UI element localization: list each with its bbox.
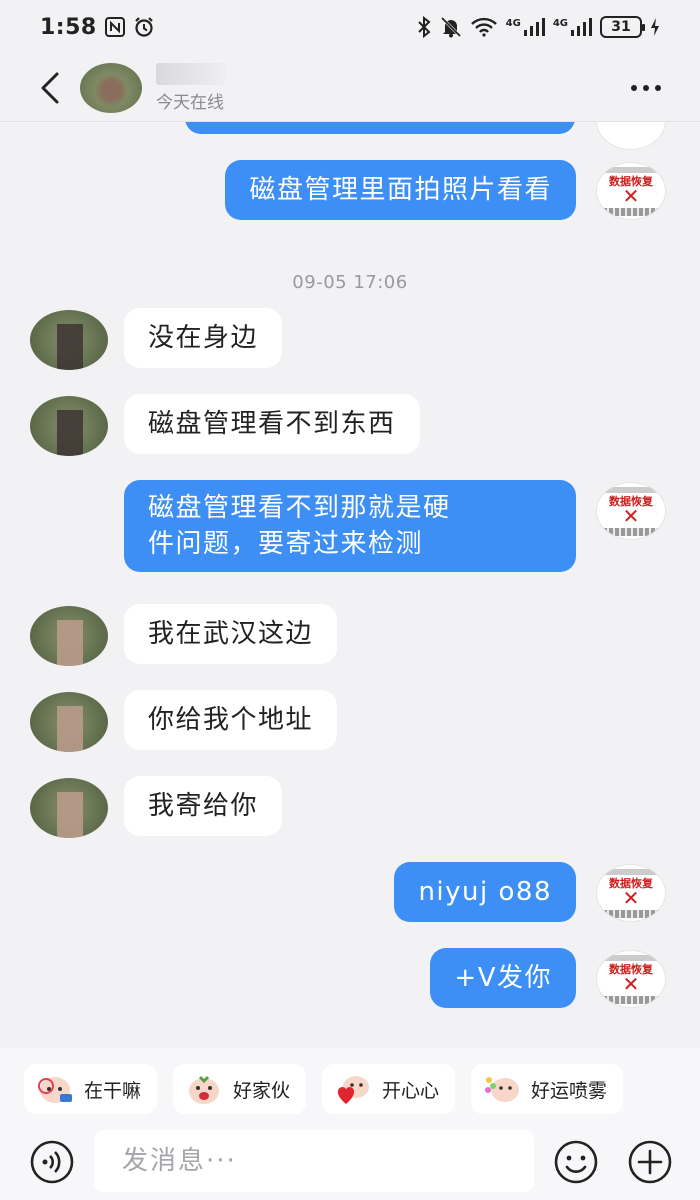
sticker-heart-icon	[334, 1072, 372, 1106]
message-bubble-incoming[interactable]: 我寄给你	[124, 776, 283, 836]
chat-header: 今天在线	[0, 54, 700, 122]
alarm-icon	[133, 16, 155, 38]
more-actions-button[interactable]	[626, 1138, 674, 1186]
battery-indicator: 31	[600, 16, 645, 38]
quick-reply-label: 开心心	[382, 1079, 440, 1102]
emoji-icon	[554, 1140, 598, 1184]
status-left: 1:58	[40, 15, 155, 40]
contact-name	[156, 62, 226, 85]
message-bubble-incoming[interactable]: 没在身边	[124, 308, 283, 368]
message-bubble-incoming[interactable]: 我在武汉这边	[124, 604, 338, 664]
peer-avatar[interactable]	[30, 778, 108, 838]
sticker-hello-icon	[36, 1072, 74, 1106]
quick-reply-label: 在干嘛	[84, 1079, 142, 1102]
status-right: 4G 4G 31	[416, 16, 660, 38]
emoji-button[interactable]	[552, 1138, 600, 1186]
chevron-left-icon	[41, 72, 59, 103]
contact-info[interactable]: 今天在线	[156, 62, 226, 113]
signal-4g-icon-2: 4G	[553, 18, 592, 36]
message-timestamp: 09-05 17:06	[292, 272, 408, 293]
self-avatar[interactable]: 数据恢复 ✕	[596, 950, 666, 1008]
peer-avatar[interactable]	[30, 692, 108, 752]
quick-reply-label: 好运喷雾	[531, 1079, 608, 1102]
message-input[interactable]	[94, 1130, 534, 1192]
voice-icon	[30, 1140, 74, 1184]
nfc-icon	[104, 17, 125, 37]
peer-avatar[interactable]	[30, 310, 108, 370]
more-dot-icon	[631, 85, 637, 91]
more-options-button[interactable]	[622, 72, 670, 104]
charging-icon	[650, 18, 660, 36]
peer-avatar[interactable]	[30, 396, 108, 456]
plus-icon	[628, 1140, 672, 1184]
tools-icon: ✕	[622, 886, 640, 910]
quick-reply-label: 好家伙	[233, 1079, 291, 1102]
self-avatar[interactable]	[596, 122, 666, 150]
quick-reply-chip[interactable]: 好家伙	[173, 1064, 307, 1114]
mute-bell-icon	[440, 16, 462, 38]
sticker-wow-icon	[185, 1072, 223, 1106]
message-line: 磁盘管理看不到那就是硬	[148, 493, 451, 523]
message-bubble-outgoing[interactable]: 磁盘管理里面拍照片看看	[225, 160, 576, 220]
message-bubble-outgoing[interactable]: niyuj o88	[394, 862, 576, 922]
status-bar: 1:58 4G 4G 31	[0, 0, 700, 54]
status-time: 1:58	[40, 14, 97, 40]
peer-avatar[interactable]	[30, 606, 108, 666]
back-button[interactable]	[20, 58, 80, 118]
message-bubble-outgoing[interactable]: 磁盘管理看不到那就是硬 件问题，要寄过来检测	[124, 480, 576, 572]
self-avatar[interactable]: 数据恢复 ✕	[596, 482, 666, 540]
quick-reply-chip[interactable]: 好运喷雾	[471, 1064, 624, 1114]
online-status: 今天在线	[156, 92, 224, 113]
quick-reply-chip[interactable]: 开心心	[322, 1064, 456, 1114]
more-dot-icon	[655, 85, 661, 91]
wifi-icon	[470, 17, 498, 37]
quick-reply-bar: 在干嘛 好家伙 开心心 好运喷雾	[0, 1048, 700, 1130]
network-label-2: 4G	[552, 18, 568, 29]
message-list[interactable]: 磁盘管理里面拍照片看看 数据恢复 ✕ 09-05 17:06 没在身边 磁盘管理…	[0, 122, 700, 1046]
network-label-1: 4G	[505, 18, 521, 29]
tools-icon: ✕	[622, 504, 640, 528]
self-avatar[interactable]: 数据恢复 ✕	[596, 162, 666, 220]
message-bubble-outgoing[interactable]: +V发你	[430, 948, 576, 1008]
quick-reply-chip[interactable]: 在干嘛	[24, 1064, 158, 1114]
contact-avatar[interactable]	[80, 62, 142, 113]
tools-icon: ✕	[622, 184, 640, 208]
message-bubble-partial[interactable]	[185, 122, 575, 134]
sticker-luck-icon	[483, 1072, 521, 1106]
voice-input-button[interactable]	[28, 1138, 76, 1186]
more-dot-icon	[643, 85, 649, 91]
signal-4g-icon-1: 4G	[506, 18, 545, 36]
message-bubble-incoming[interactable]: 你给我个地址	[124, 690, 338, 750]
input-bar	[0, 1130, 700, 1200]
tools-icon: ✕	[622, 972, 640, 996]
message-line: 件问题，要寄过来检测	[148, 529, 424, 559]
bluetooth-icon	[416, 16, 432, 38]
message-bubble-incoming[interactable]: 磁盘管理看不到东西	[124, 394, 420, 454]
self-avatar[interactable]: 数据恢复 ✕	[596, 864, 666, 922]
